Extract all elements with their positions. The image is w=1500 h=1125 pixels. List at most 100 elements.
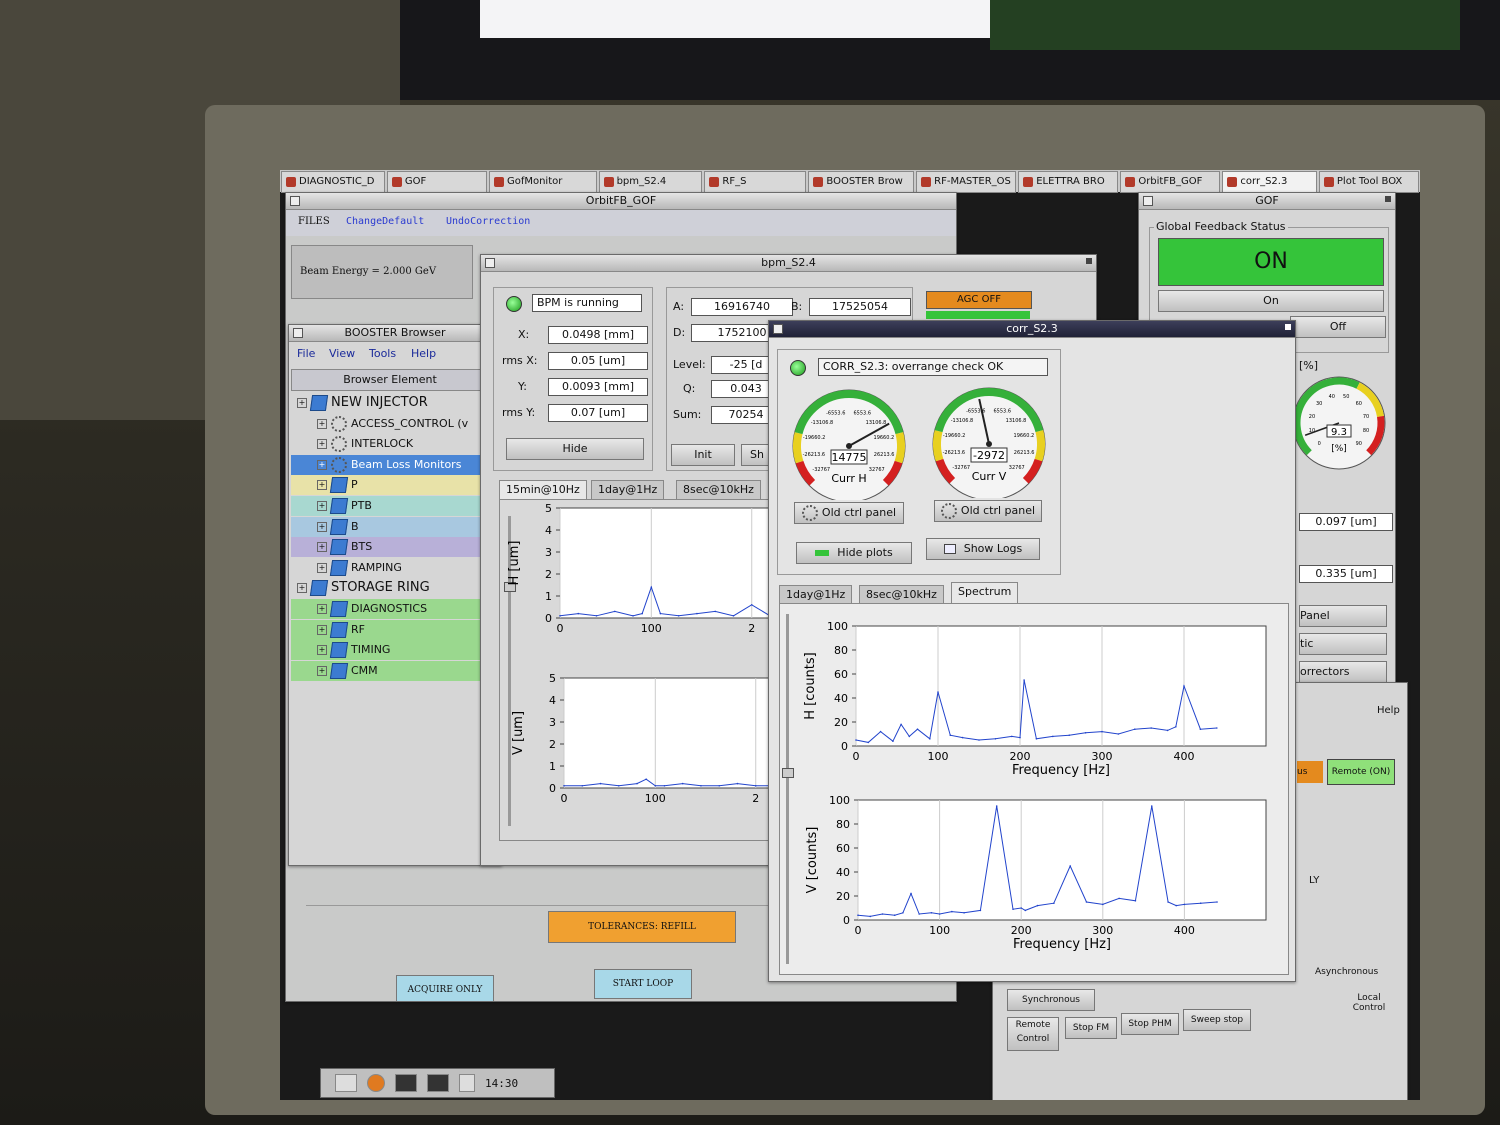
close-icon[interactable] [1086,258,1092,264]
menu-tools[interactable]: Tools [369,347,396,360]
start-loop-button[interactable]: START LOOP [594,969,692,999]
acquire-only-button[interactable]: ACQUIRE ONLY [396,975,494,1001]
taskbar-item[interactable]: BOOSTER Brow [808,171,915,193]
tolerances-refill-button[interactable]: TOLERANCES: REFILL [548,911,736,943]
menu-change-default[interactable]: ChangeDefault [346,216,424,227]
expand-icon[interactable]: + [317,521,327,532]
taskbar-item[interactable]: corr_S2.3 [1222,171,1317,193]
firefox-icon[interactable] [367,1074,385,1092]
expand-icon[interactable]: + [317,418,327,429]
expand-icon[interactable]: + [297,583,307,594]
menu-file[interactable]: File [297,347,315,360]
expand-icon[interactable]: + [317,542,327,553]
old-ctrl-panel-v-button[interactable]: Old ctrl panel [934,500,1042,522]
close-icon[interactable] [1385,196,1391,202]
expand-icon[interactable]: + [317,604,327,614]
taskbar-item[interactable]: bpm_S2.4 [598,171,703,193]
bpm-v-plot-data-point [617,785,620,787]
expand-icon[interactable]: + [297,398,307,408]
window-menu-icon[interactable] [293,328,303,338]
tree-item[interactable]: + RAMPING [291,557,491,578]
taskbar-item[interactable]: Plot Tool BOX [1318,171,1419,193]
init-button[interactable]: Init [671,444,735,466]
tab-8sec[interactable]: 8sec@10kHz [676,480,761,499]
menu-files[interactable]: FILES [298,216,330,227]
expand-icon[interactable]: + [317,459,327,470]
gof-titlebar[interactable]: GOF [1139,193,1395,210]
bpm-v-plot-data-point [663,785,666,787]
expand-icon[interactable]: + [317,501,327,511]
show-logs-button[interactable]: Show Logs [926,538,1040,560]
window-menu-icon[interactable] [1143,196,1153,206]
tab-1day[interactable]: 1day@1Hz [779,585,853,604]
taskbar-item[interactable]: OrbitFB_GOF [1120,171,1221,193]
stop-fm-button[interactable]: Stop FM [1065,1017,1117,1039]
diagnostic-button[interactable]: tic [1299,633,1387,655]
y-value: 0.0093 [mm] [548,378,648,396]
settings-icon[interactable] [459,1074,475,1092]
expand-icon[interactable]: + [317,562,327,573]
tree-item[interactable]: + P [291,475,491,496]
tree-item-label: TIMING [351,643,391,657]
hide-plots-button[interactable]: Hide plots [796,542,912,564]
tab-15min[interactable]: 15min@10Hz [499,480,587,499]
rms-x-label: rms X: [502,354,538,367]
tree-item[interactable]: + INTERLOCK [291,434,491,455]
hide-button[interactable]: Hide [506,438,644,460]
taskbar-item[interactable]: GofMonitor [488,171,597,193]
booster-titlebar[interactable]: BOOSTER Browser [289,325,501,342]
bpm-v-plot-data-point [754,785,757,787]
tree-item[interactable]: + Beam Loss Monitors [291,454,491,475]
tree-item[interactable]: + BTS [291,537,491,558]
panel-button[interactable]: Panel [1299,605,1387,627]
expand-icon[interactable]: + [317,665,327,676]
tree-item[interactable]: + DIAGNOSTICS [291,599,491,619]
window-menu-icon[interactable] [485,258,495,268]
tab-spectrum[interactable]: Spectrum [951,582,1019,604]
correctors-button[interactable]: orrectors [1299,661,1387,683]
old-ctrl-panel-h-button[interactable]: Old ctrl panel [794,502,904,524]
menu-view[interactable]: View [329,347,355,360]
expand-icon[interactable]: + [317,624,327,635]
tree-item[interactable]: + ACCESS_CONTROL (v [291,413,491,434]
tree-item[interactable]: + RF [291,619,491,640]
tree-item[interactable]: + PTB [291,496,491,516]
tree-item[interactable]: + NEW INJECTOR [291,393,491,413]
remote-on-indicator[interactable]: Remote (ON) [1327,759,1395,785]
on-button[interactable]: On [1158,290,1384,312]
tree-item[interactable]: + CMM [291,660,491,681]
taskbar-item[interactable]: ELETTRA BRO [1018,171,1119,193]
synchronous-button[interactable]: Synchronous [1007,989,1095,1011]
menu-undo-correction[interactable]: UndoCorrection [446,216,530,227]
bpm-titlebar[interactable]: bpm_S2.4 [481,255,1096,272]
tab-1day[interactable]: 1day@1Hz [591,480,665,499]
close-icon[interactable] [1285,324,1291,330]
expand-icon[interactable]: + [317,439,327,450]
expand-icon[interactable]: + [317,645,327,656]
expand-icon[interactable]: + [317,480,327,491]
taskbar-item[interactable]: DIAGNOSTIC_D [281,171,385,193]
taskbar-item[interactable]: GOF [386,171,487,193]
menu-help[interactable]: Help [411,347,436,360]
taskbar-item[interactable]: RF-MASTER_OS [916,171,1017,193]
browser-element-header[interactable]: Browser Element [291,369,489,391]
taskbar-item[interactable]: RF_S [704,171,807,193]
tree-item[interactable]: + STORAGE RING [291,578,491,599]
tab-8sec[interactable]: 8sec@10kHz [859,585,944,604]
remote-control-button[interactable]: Remote Control [1007,1017,1059,1051]
terminal-icon[interactable] [395,1074,417,1092]
stop-phm-button[interactable]: Stop PHM [1121,1013,1179,1035]
help-menu[interactable]: Help [1377,705,1400,716]
tree-item[interactable]: + B [291,516,491,537]
corr-titlebar[interactable]: corr_S2.3 [769,321,1295,338]
plot-icon [815,550,830,556]
taskbar-item-label: Plot Tool BOX [1336,176,1403,187]
pen-icon[interactable] [335,1074,357,1092]
terminal-icon-2[interactable] [427,1074,449,1092]
window-menu-icon[interactable] [773,324,783,334]
sweep-stop-button[interactable]: Sweep stop [1183,1009,1251,1031]
off-button[interactable]: Off [1290,316,1386,338]
window-menu-icon[interactable] [290,196,300,206]
orbitfb-titlebar[interactable]: OrbitFB_GOF [286,193,956,210]
tree-item[interactable]: + TIMING [291,640,491,661]
